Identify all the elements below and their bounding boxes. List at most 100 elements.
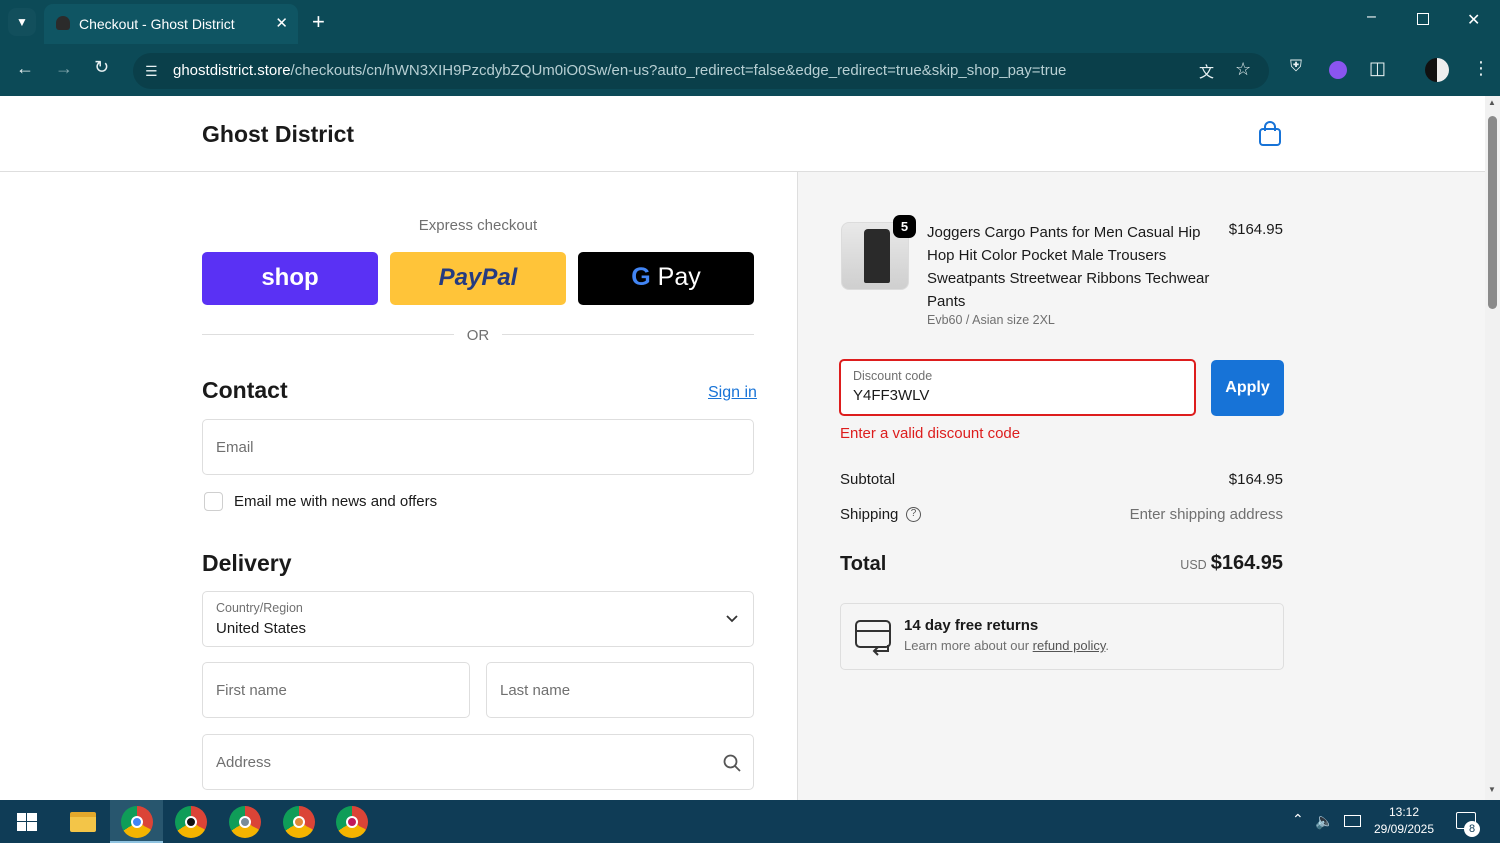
store-header: Ghost District bbox=[0, 96, 1485, 172]
returns-description: Learn more about our bbox=[904, 638, 1030, 653]
discount-code-value: Y4FF3WLV bbox=[853, 387, 930, 404]
scroll-down-arrow-icon[interactable]: ▼ bbox=[1488, 785, 1496, 794]
country-value: United States bbox=[216, 620, 307, 637]
newsletter-checkbox[interactable] bbox=[204, 492, 223, 511]
shopping-bag-icon[interactable] bbox=[1258, 121, 1282, 147]
clock-date: 29/09/2025 bbox=[1373, 822, 1435, 836]
notification-count: 8 bbox=[1468, 823, 1476, 835]
returns-box-icon bbox=[855, 620, 891, 656]
chrome-profile-4-icon[interactable] bbox=[283, 806, 315, 838]
last-name-placeholder: Last name bbox=[500, 682, 571, 699]
or-divider-right bbox=[502, 334, 754, 335]
paypal-label: PayPal bbox=[438, 264, 518, 291]
first-name-field[interactable]: First name bbox=[202, 662, 470, 718]
total-amount: USD $164.95 bbox=[1180, 552, 1283, 575]
chrome-profile-3-icon[interactable] bbox=[229, 806, 261, 838]
first-name-placeholder: First name bbox=[216, 682, 287, 699]
quantity-value: 5 bbox=[900, 219, 909, 234]
google-pay-button[interactable]: G Pay bbox=[578, 252, 754, 305]
minimize-icon[interactable]: – bbox=[1367, 8, 1376, 26]
returns-box: 14 day free returns Learn more about our… bbox=[840, 603, 1284, 670]
refund-policy-link[interactable]: refund policy bbox=[1033, 638, 1106, 653]
product-title: Joggers Cargo Pants for Men Casual Hip H… bbox=[927, 224, 1210, 310]
url-path: /checkouts/cn/hWN3XIH9PzcdybZQUm0iO0Sw/e… bbox=[290, 62, 1067, 79]
ghost-favicon-icon bbox=[56, 16, 70, 30]
scroll-up-arrow-icon[interactable]: ▲ bbox=[1488, 98, 1496, 107]
shield-extension-icon[interactable]: ⛨ bbox=[1290, 58, 1302, 76]
restore-icon[interactable] bbox=[1417, 13, 1429, 25]
show-hidden-icons-icon[interactable]: ⌃ bbox=[1292, 811, 1304, 828]
chevron-down-icon bbox=[726, 615, 738, 623]
translate-icon[interactable]: 文 bbox=[1199, 61, 1214, 82]
returns-text: Learn more about our refund policy. bbox=[904, 638, 1109, 653]
country-label: Country/Region bbox=[216, 601, 303, 615]
subtotal-value: $164.95 bbox=[1228, 471, 1283, 488]
email-placeholder: Email bbox=[216, 439, 254, 456]
checkout-page: Ghost District Express checkout shop Pay… bbox=[0, 96, 1485, 800]
discount-error-message: Enter a valid discount code bbox=[840, 425, 1021, 442]
discount-code-field[interactable]: Discount code Y4FF3WLV bbox=[839, 359, 1196, 416]
returns-period: . bbox=[1105, 638, 1110, 653]
address-placeholder: Address bbox=[216, 754, 272, 771]
express-checkout-heading: Express checkout bbox=[418, 217, 538, 234]
file-explorer-icon[interactable] bbox=[70, 812, 96, 832]
shop-pay-button[interactable]: shop bbox=[202, 252, 378, 305]
bookmark-star-icon[interactable]: ☆ bbox=[1235, 59, 1251, 80]
country-select[interactable]: Country/Region United States bbox=[202, 591, 754, 647]
browser-toolbar: ← → ↻ ☰ ghostdistrict.store/checkouts/cn… bbox=[0, 46, 1500, 96]
discount-code-label: Discount code bbox=[853, 369, 933, 383]
kebab-menu-icon[interactable]: ⋮ bbox=[1472, 58, 1490, 79]
forward-icon[interactable]: → bbox=[55, 58, 73, 79]
puzzle-extensions-icon[interactable]: ◫ bbox=[1369, 58, 1386, 79]
clock-time: 13:12 bbox=[1388, 805, 1420, 819]
currency-code: USD bbox=[1180, 558, 1207, 572]
tab-search-button[interactable]: ▼ bbox=[8, 8, 36, 36]
shipping-value: Enter shipping address bbox=[1129, 506, 1283, 523]
clock[interactable]: 13:12 29/09/2025 bbox=[1368, 804, 1440, 838]
apply-label: Apply bbox=[1225, 379, 1270, 396]
windows-start-icon[interactable] bbox=[17, 813, 37, 831]
newsletter-label: Email me with news and offers bbox=[234, 493, 438, 510]
site-info-icon[interactable]: ☰ bbox=[145, 63, 158, 80]
chrome-profile-2-icon[interactable] bbox=[175, 806, 207, 838]
close-tab-icon[interactable]: ✕ bbox=[275, 14, 288, 32]
subtotal-label: Subtotal bbox=[840, 471, 896, 488]
order-summary: 5 Joggers Cargo Pants for Men Casual Hip… bbox=[797, 172, 1485, 800]
close-window-icon[interactable]: ✕ bbox=[1467, 10, 1480, 30]
address-field[interactable]: Address bbox=[202, 734, 754, 790]
profile-avatar[interactable] bbox=[1425, 58, 1449, 82]
sign-in-link[interactable]: Sign in bbox=[708, 384, 757, 402]
chrome-icon[interactable] bbox=[121, 806, 153, 838]
back-icon[interactable]: ← bbox=[16, 58, 34, 79]
chevron-down-icon: ▼ bbox=[16, 15, 28, 29]
pants-image-shape bbox=[864, 229, 890, 283]
extension-icon[interactable] bbox=[1329, 61, 1347, 79]
help-circle-icon[interactable]: ? bbox=[906, 507, 921, 522]
apply-button[interactable]: Apply bbox=[1211, 360, 1284, 416]
quantity-badge: 5 bbox=[893, 215, 916, 238]
last-name-field[interactable]: Last name bbox=[486, 662, 754, 718]
product-variant: Evb60 / Asian size 2XL bbox=[927, 313, 1055, 327]
paypal-button[interactable]: PayPal bbox=[390, 252, 566, 305]
scrollbar-thumb[interactable] bbox=[1488, 116, 1497, 309]
total-value: $164.95 bbox=[1210, 552, 1283, 574]
chrome-profile-5-icon[interactable] bbox=[336, 806, 368, 838]
or-divider-label: OR bbox=[466, 327, 490, 344]
windows-taskbar: ⌃ 🔈 13:12 29/09/2025 8 bbox=[0, 800, 1500, 843]
total-label: Total bbox=[840, 553, 887, 575]
reload-icon[interactable]: ↻ bbox=[94, 57, 109, 78]
store-name[interactable]: Ghost District bbox=[202, 121, 354, 148]
search-icon bbox=[723, 754, 741, 772]
network-icon[interactable] bbox=[1344, 815, 1361, 827]
email-field[interactable]: Email bbox=[202, 419, 754, 475]
new-tab-icon[interactable]: + bbox=[312, 9, 325, 35]
delivery-heading: Delivery bbox=[202, 550, 292, 576]
volume-icon[interactable]: 🔈 bbox=[1315, 812, 1334, 830]
tab-checkout[interactable]: Checkout - Ghost District ✕ bbox=[44, 4, 298, 44]
url-host: ghostdistrict.store bbox=[173, 62, 291, 79]
page-scrollbar[interactable]: ▲ ▼ bbox=[1485, 96, 1500, 800]
product-price: $164.95 bbox=[1228, 221, 1283, 238]
notification-count-badge: 8 bbox=[1464, 821, 1480, 837]
or-divider-left bbox=[202, 334, 454, 335]
address-bar[interactable]: ☰ ghostdistrict.store/checkouts/cn/hWN3X… bbox=[133, 53, 1269, 89]
